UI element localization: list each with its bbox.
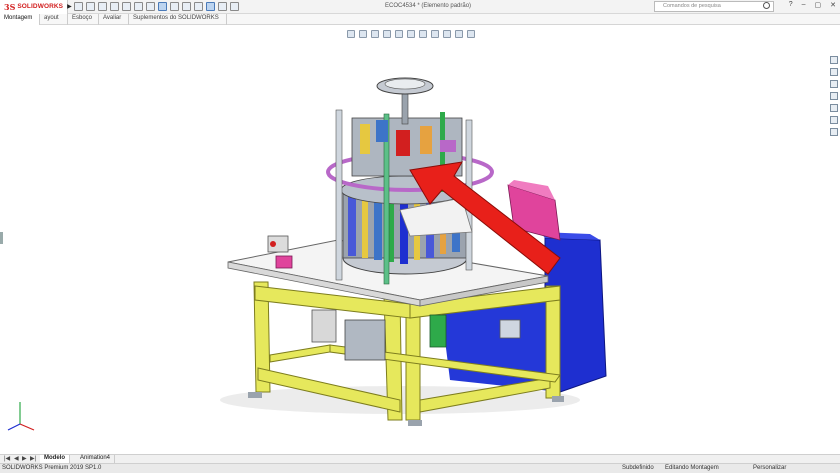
undo-icon[interactable] — [134, 2, 143, 11]
solidworks-logo[interactable]: 3S SOLIDWORKS ▶ — [0, 0, 72, 14]
control-box — [311, 309, 337, 343]
save-icon[interactable] — [110, 2, 119, 11]
rebuild-icon[interactable] — [170, 2, 179, 11]
resources-icon[interactable] — [830, 56, 838, 64]
file-explorer-icon[interactable] — [830, 80, 838, 88]
select-tool-icon[interactable] — [206, 2, 215, 11]
center-shaft — [401, 93, 409, 125]
tab-esboco[interactable]: Esboço — [68, 14, 99, 25]
graphics-area[interactable] — [0, 26, 828, 454]
status-editing: Editando Montagem — [665, 465, 719, 471]
quick-access-toolbar — [68, 2, 239, 11]
bottom-tabs: |◀ ◀ ▶ ▶| Modelo Animation4 — [0, 454, 840, 464]
close-button[interactable]: ✕ — [830, 1, 836, 9]
air-treatment-unit — [344, 319, 386, 361]
measure-icon[interactable] — [218, 2, 227, 11]
green-motor — [429, 314, 447, 348]
view-palette-icon[interactable] — [830, 92, 838, 100]
minimize-button[interactable]: – — [802, 1, 806, 9]
tab-montagem[interactable]: Montagem — [0, 14, 40, 25]
print-icon[interactable] — [122, 2, 131, 11]
file-properties-icon[interactable] — [182, 2, 191, 11]
last-tab-icon[interactable]: ▶| — [30, 455, 36, 462]
top-feeder-inner — [384, 78, 426, 90]
open-icon[interactable] — [98, 2, 107, 11]
search-icon[interactable] — [763, 2, 770, 9]
window-controls: ? – ▢ ✕ — [789, 1, 836, 9]
status-customize[interactable]: Personalizar — [753, 465, 786, 471]
design-library-icon[interactable] — [830, 68, 838, 76]
search-input[interactable]: Comandos de pesquisa — [654, 1, 774, 12]
select-icon[interactable] — [158, 2, 167, 11]
status-version: SOLIDWORKS Premium 2019 SP1.0 — [2, 465, 102, 471]
coordinate-triad — [7, 402, 35, 431]
tab-avaliar[interactable]: Avaliar — [99, 14, 129, 25]
options-icon[interactable] — [194, 2, 203, 11]
command-manager-tabs: Montagem ayout Esboço Avaliar Suplemento… — [0, 14, 840, 25]
appearances-icon[interactable] — [830, 104, 838, 112]
redo-icon[interactable] — [146, 2, 155, 11]
settings-icon[interactable] — [230, 2, 239, 11]
document-title: ECOC4534 * (Elemento padrão) — [385, 3, 472, 9]
custom-properties-icon[interactable] — [830, 116, 838, 124]
maximize-button[interactable]: ▢ — [815, 1, 822, 9]
next-tab-icon[interactable]: ▶ — [22, 455, 27, 462]
tab-layout[interactable]: ayout — [40, 14, 68, 25]
ds-logo-icon: 3S — [4, 1, 16, 12]
forum-icon[interactable] — [830, 128, 838, 136]
help-button[interactable]: ? — [789, 1, 793, 9]
tab-suplementos[interactable]: Suplementos do SOLIDWORKS — [129, 14, 227, 25]
status-subdefined: Subdefinido — [622, 465, 654, 471]
valve-block — [499, 319, 521, 339]
magenta-indicator-box — [275, 255, 293, 269]
status-bar: SOLIDWORKS Premium 2019 SP1.0 Subdefinid… — [0, 463, 840, 473]
search-placeholder: Comandos de pesquisa — [663, 3, 721, 9]
home-icon[interactable] — [74, 2, 83, 11]
prev-tab-icon[interactable]: ◀ — [14, 455, 19, 462]
task-pane-tabs — [828, 54, 840, 144]
title-bar: 3S SOLIDWORKS ▶ ECOC4534 * (Elemento pad… — [0, 0, 840, 14]
solidworks-wordmark: SOLIDWORKS — [17, 3, 64, 10]
new-icon[interactable] — [86, 2, 95, 11]
emergency-stop-button — [270, 241, 276, 247]
first-tab-icon[interactable]: |◀ — [4, 455, 10, 462]
